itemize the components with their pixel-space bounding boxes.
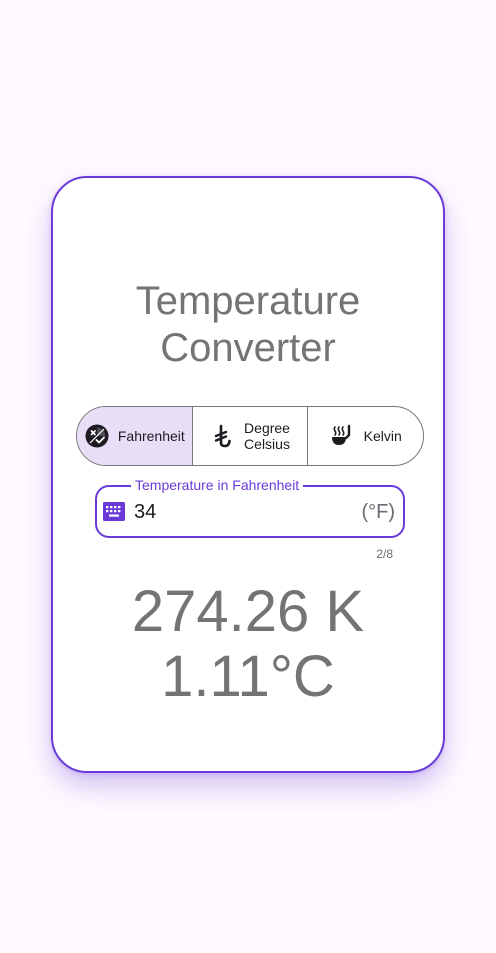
temperature-input-field[interactable]: Temperature in Fahrenheit 34 (°F) bbox=[95, 477, 405, 538]
title-line-1: Temperature bbox=[135, 279, 361, 323]
result-kelvin: 274.26 K bbox=[131, 579, 365, 644]
result-celsius: 1.11°C bbox=[161, 644, 335, 709]
title-line-2: Converter bbox=[160, 326, 336, 370]
segment-celsius-label: Degree Celsius bbox=[244, 420, 290, 452]
segment-celsius[interactable]: Degree Celsius bbox=[191, 407, 308, 465]
temperature-input-label: Temperature in Fahrenheit bbox=[131, 477, 304, 493]
unit-suffix: (°F) bbox=[361, 501, 395, 523]
thermostat-face-icon bbox=[85, 424, 109, 448]
app-screen: Temperature Converter Fahrenheit Degree … bbox=[0, 0, 496, 953]
segment-kelvin[interactable]: Kelvin bbox=[307, 407, 423, 465]
unit-segmented-button: Fahrenheit Degree Celsius Kelvin bbox=[76, 406, 424, 466]
converter-card: Temperature Converter Fahrenheit Degree … bbox=[51, 176, 445, 773]
segment-kelvin-label: Kelvin bbox=[363, 428, 402, 444]
keyboard-icon bbox=[103, 502, 125, 521]
segment-fahrenheit-label: Fahrenheit bbox=[117, 428, 185, 444]
character-counter: 2/8 bbox=[376, 547, 393, 561]
page-title: Temperature Converter bbox=[53, 278, 443, 372]
hot-ladle-icon bbox=[331, 424, 350, 445]
celsius-lira-icon bbox=[214, 424, 231, 448]
segment-fahrenheit[interactable]: Fahrenheit bbox=[77, 407, 192, 465]
temperature-input-value[interactable]: 34 bbox=[134, 501, 156, 523]
